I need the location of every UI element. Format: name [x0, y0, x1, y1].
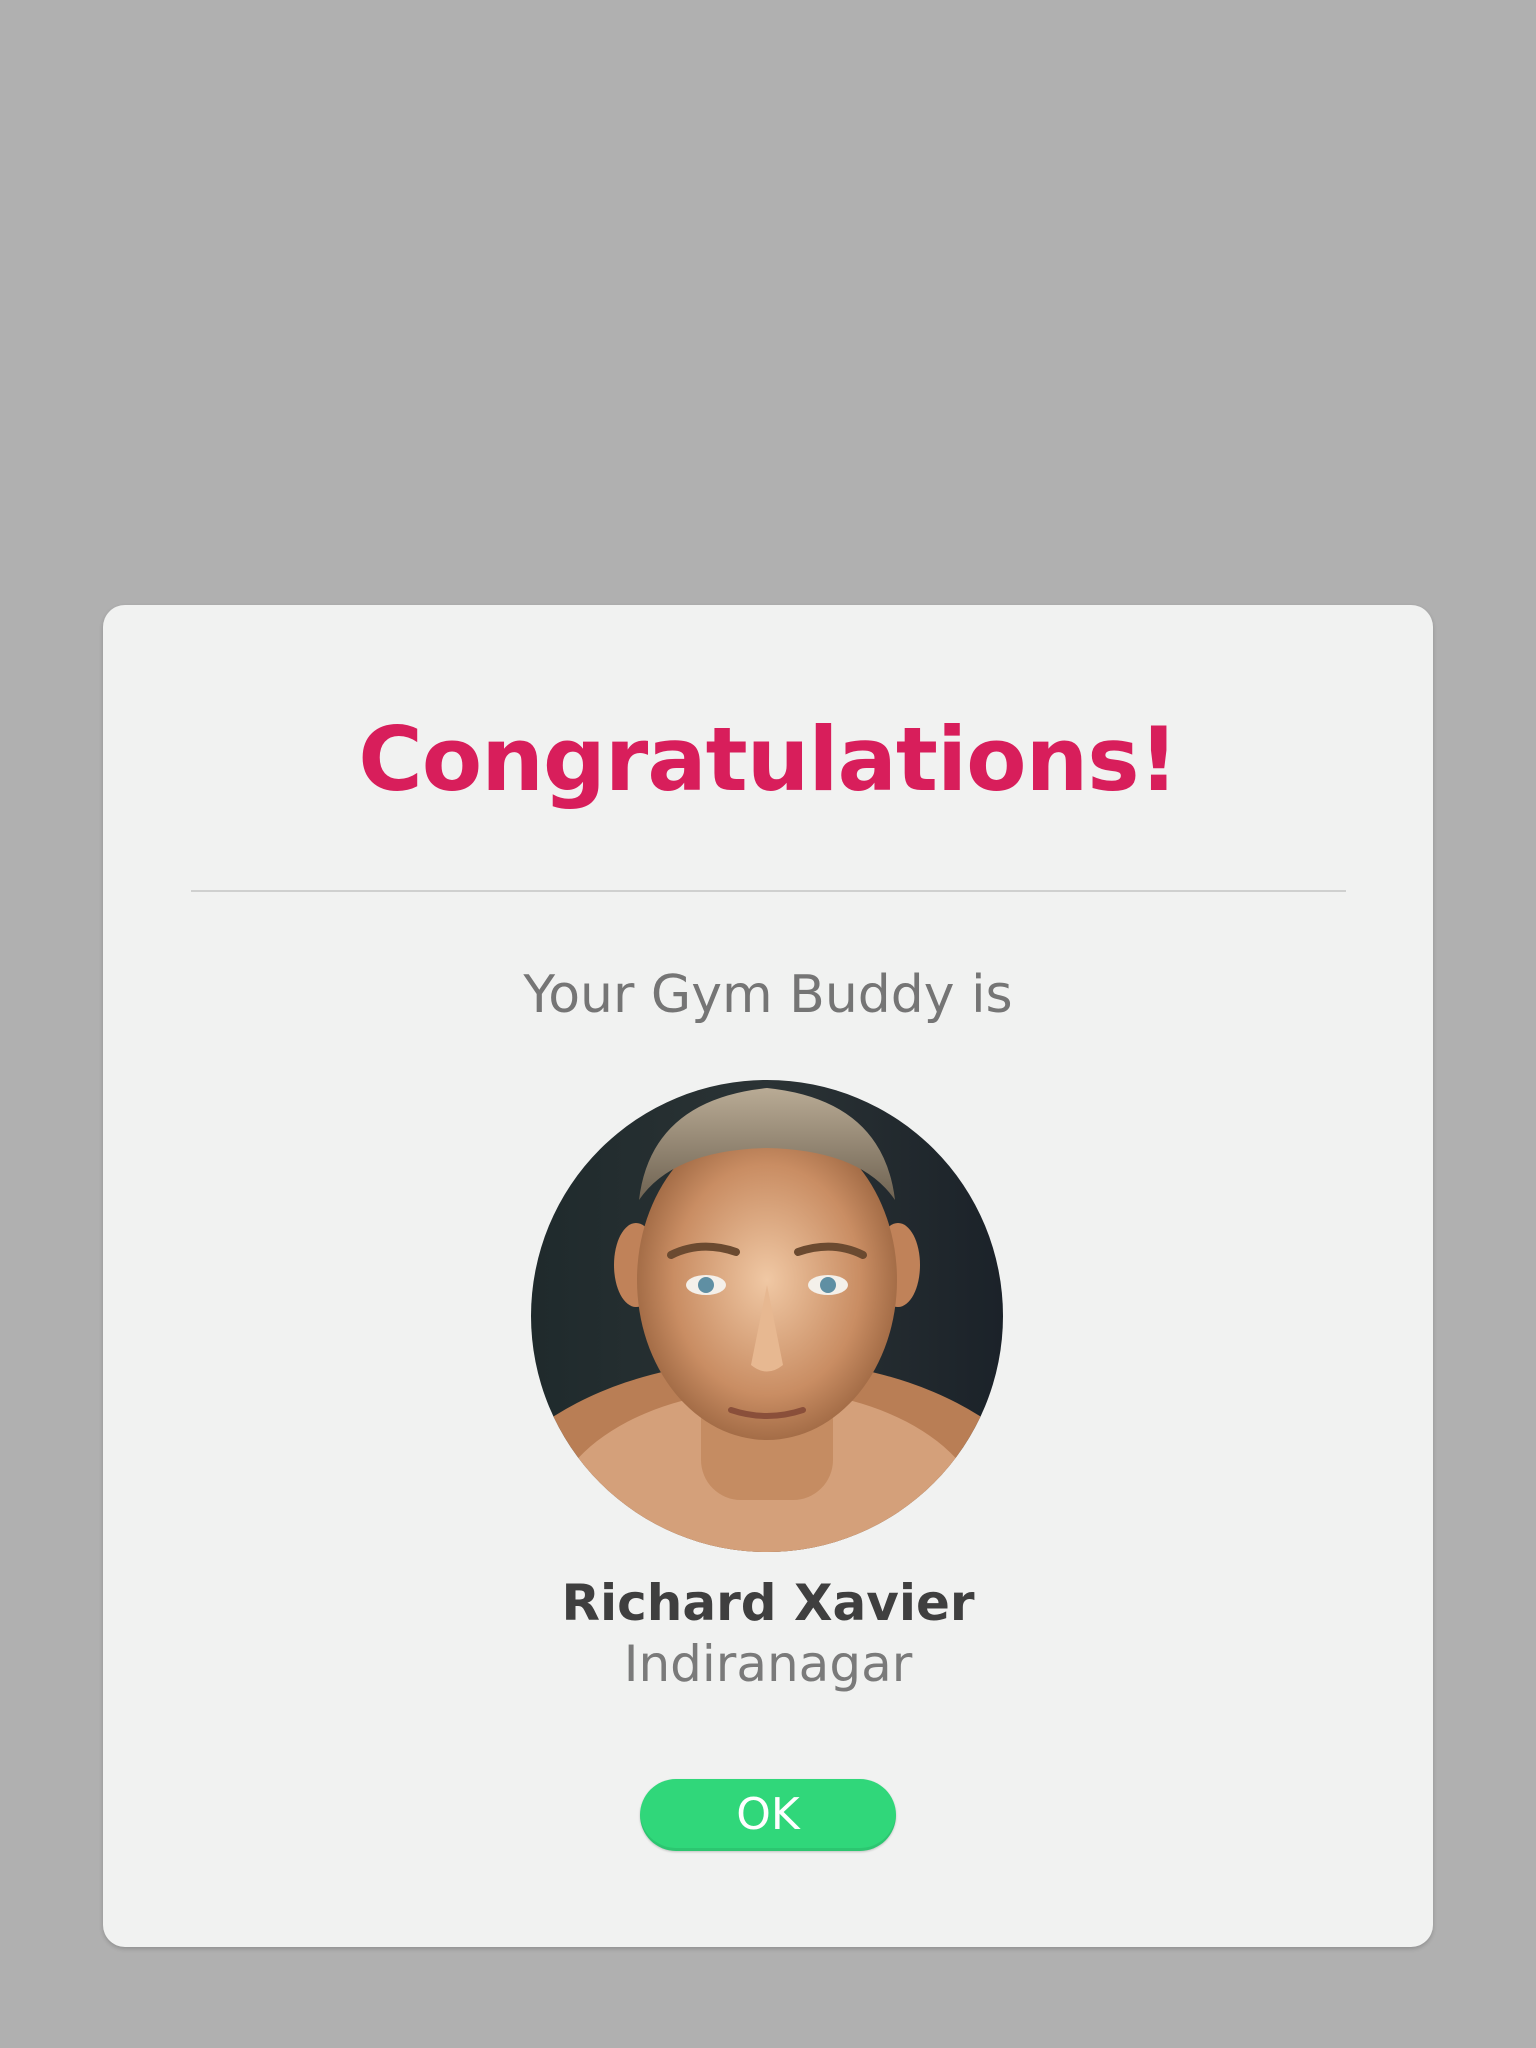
buddy-name: Richard Xavier	[561, 1574, 975, 1632]
dialog-subtitle: Your Gym Buddy is	[523, 965, 1013, 1025]
ok-button[interactable]: OK	[640, 1779, 896, 1851]
dialog-title: Congratulations!	[358, 708, 1179, 811]
buddy-avatar	[531, 1080, 1003, 1552]
avatar-photo-icon	[531, 1080, 1003, 1552]
title-divider	[191, 890, 1346, 892]
buddy-match-dialog: Congratulations! Your Gym Buddy is Richa…	[103, 605, 1433, 1947]
buddy-location: Indiranagar	[623, 1635, 913, 1693]
